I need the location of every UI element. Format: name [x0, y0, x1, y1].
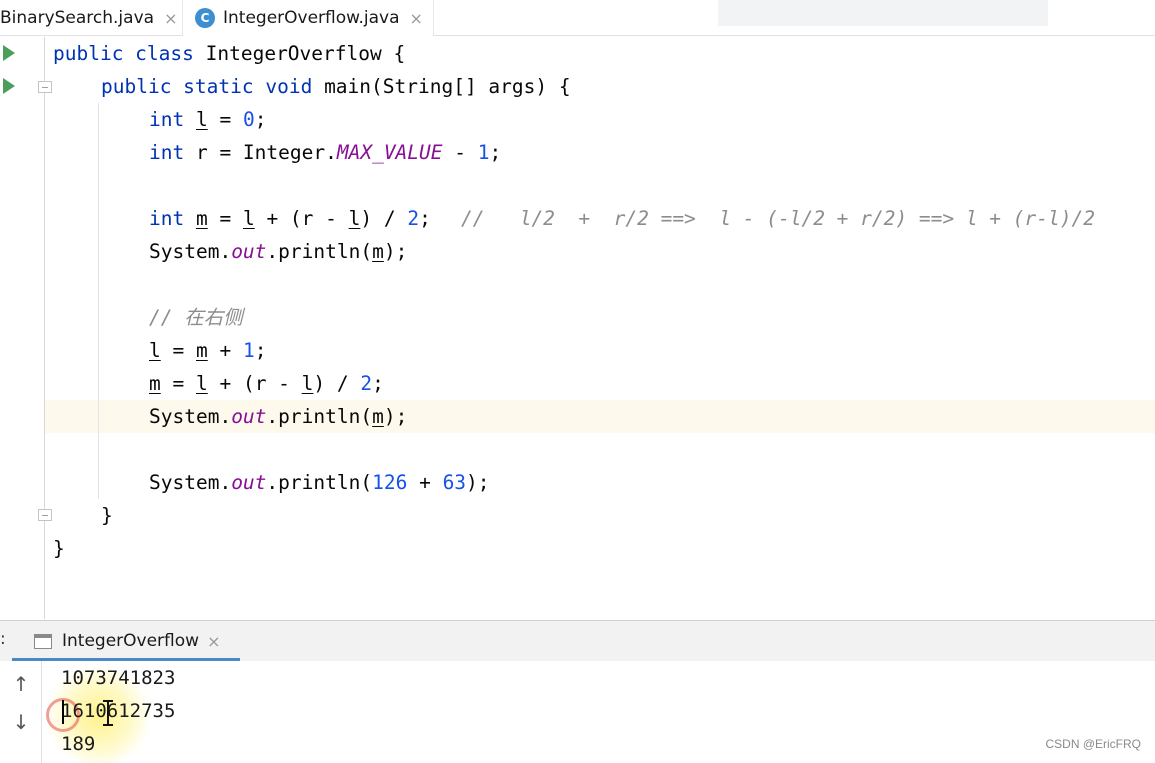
code-line: }: [53, 537, 65, 560]
close-icon[interactable]: ×: [207, 632, 220, 651]
close-icon[interactable]: ×: [410, 9, 423, 28]
code-line: m = l + (r - l) / 2;: [149, 372, 384, 395]
tab-label: IntegerOverflow.java: [223, 8, 400, 28]
code-line: int m = l + (r - l) / 2;: [149, 207, 431, 230]
run-tab-label: IntegerOverflow: [62, 631, 200, 651]
code-line: public static void main(String[] args) {: [101, 75, 571, 98]
code-comment: // l/2 + r/2 ==> l - (-l/2 + r/2) ==> l …: [461, 207, 1095, 230]
code-line: public class IntegerOverflow {: [53, 42, 406, 65]
console-output-line: 189: [61, 733, 96, 755]
run-panel-header: : IntegerOverflow ×: [0, 621, 1155, 661]
code-line: System.out.println(m);: [149, 405, 408, 428]
tab-binary-search[interactable]: BinarySearch.java ×: [0, 0, 177, 36]
code-editor[interactable]: public class IntegerOverflow { public st…: [0, 37, 1155, 619]
arrow-up-icon[interactable]: ↑: [8, 671, 34, 697]
panel-label: :: [0, 629, 6, 649]
code-line: int r = Integer.MAX_VALUE - 1;: [149, 141, 502, 164]
java-class-icon: C: [195, 8, 215, 28]
text-caret: [62, 700, 64, 724]
code-line: System.out.println(126 + 63);: [149, 471, 490, 494]
editor-gutter: [0, 37, 45, 619]
arrow-down-icon[interactable]: ↓: [8, 709, 34, 735]
code-line: int l = 0;: [149, 108, 267, 131]
console-output-line: 1073741823: [61, 667, 176, 689]
run-toolbar: ↑ ↓: [0, 661, 42, 763]
run-class-icon[interactable]: [3, 45, 15, 61]
indent-guide: [98, 103, 99, 499]
console-output-line: 1610612735: [61, 700, 176, 722]
editor-tab-bar: BinarySearch.java × C IntegerOverflow.ja…: [0, 0, 1155, 37]
close-icon[interactable]: ×: [164, 9, 177, 28]
run-tab-integer-overflow[interactable]: IntegerOverflow ×: [12, 621, 240, 661]
console-icon: [34, 633, 52, 649]
fold-icon[interactable]: [38, 81, 52, 93]
tab-integer-overflow[interactable]: C IntegerOverflow.java ×: [182, 0, 434, 37]
tab-label: BinarySearch.java: [0, 8, 155, 28]
fold-icon[interactable]: [38, 509, 52, 521]
run-main-icon[interactable]: [3, 78, 15, 94]
code-line: }: [101, 504, 113, 527]
code-comment: // 在右侧: [149, 306, 243, 329]
faded-tooltip: [718, 0, 1048, 26]
watermark: CSDN @EricFRQ: [1045, 737, 1141, 751]
code-line: l = m + 1;: [149, 339, 267, 362]
run-tool-window: : IntegerOverflow × ↑ ↓ 1073741823 16106…: [0, 620, 1155, 763]
code-line: System.out.println(m);: [149, 240, 408, 263]
ibeam-cursor-icon: [103, 700, 113, 726]
